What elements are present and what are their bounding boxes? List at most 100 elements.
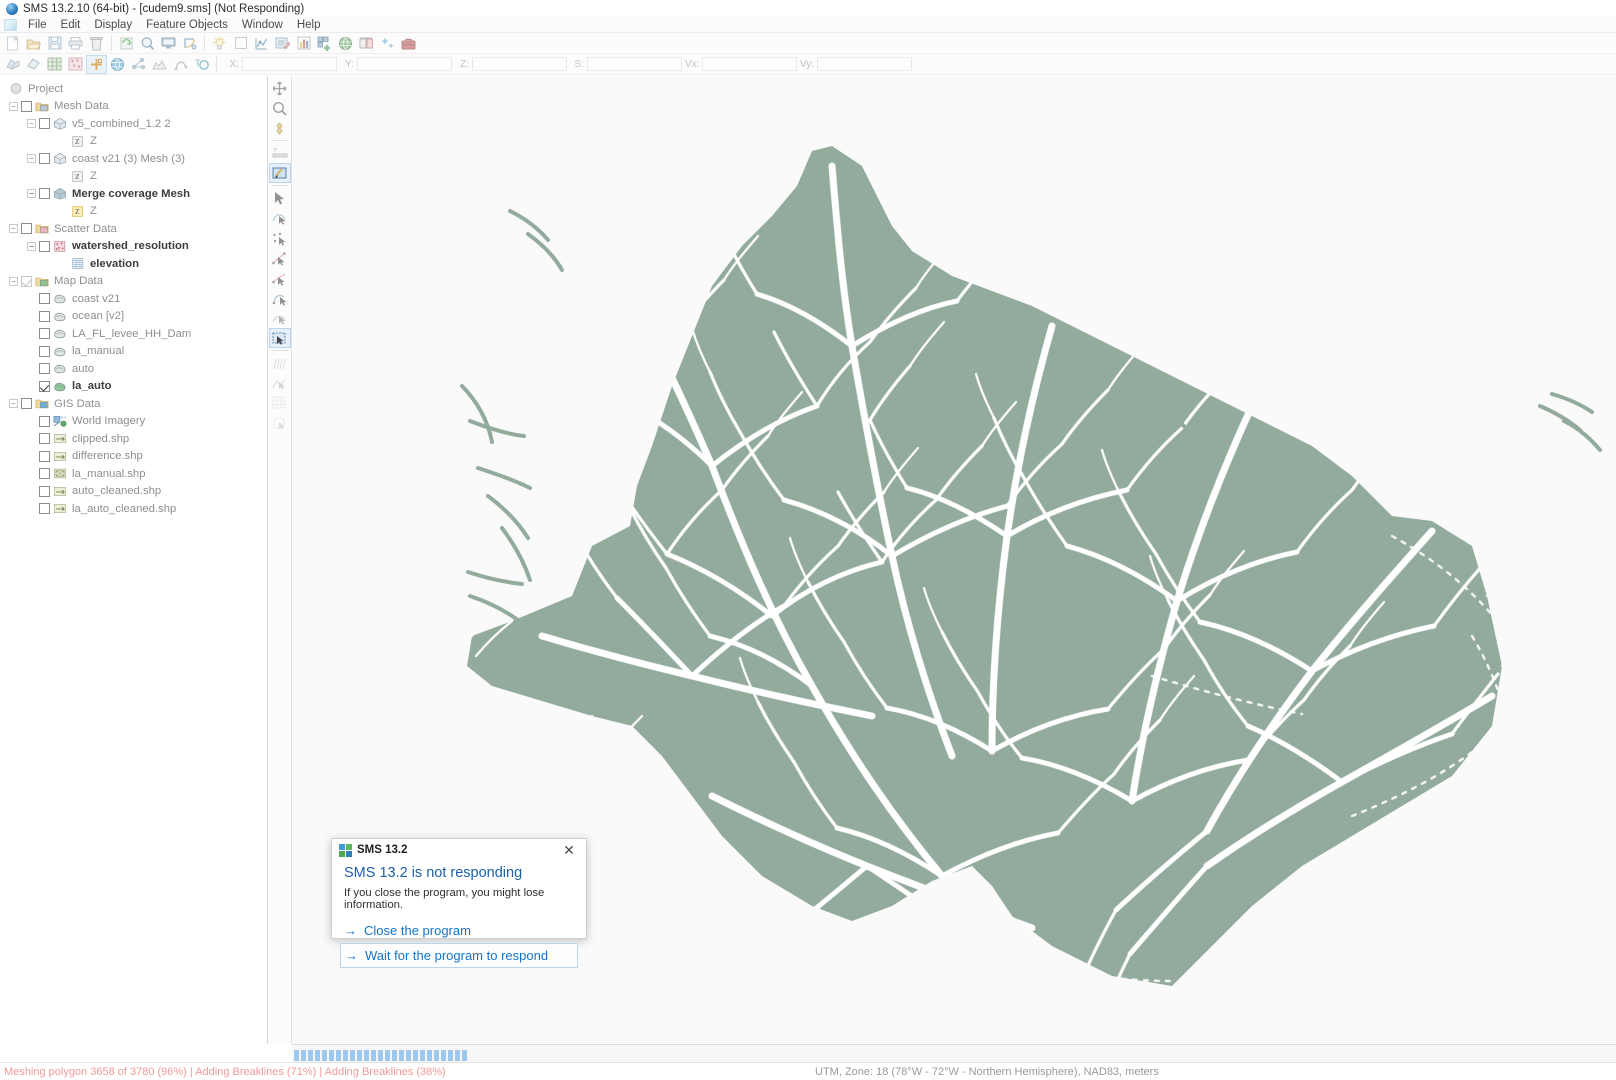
measure-icon[interactable]: ?	[269, 143, 291, 163]
z-coordinate-input[interactable]	[472, 57, 567, 71]
rotate-view-icon[interactable]	[179, 34, 200, 53]
display-monitor-icon[interactable]	[158, 34, 179, 53]
save-icon[interactable]	[44, 34, 65, 53]
add-grid-icon[interactable]	[314, 34, 335, 53]
pan-move-icon[interactable]	[269, 78, 291, 98]
visibility-checkbox[interactable]	[21, 275, 32, 287]
vx-value-input[interactable]	[702, 57, 797, 71]
visibility-checkbox[interactable]	[21, 398, 32, 410]
tree-item-z[interactable]: ZZ	[0, 168, 267, 186]
wait-for-program-option[interactable]: → Wait for the program to respond	[340, 943, 578, 968]
select-feature-arc-icon[interactable]	[269, 208, 291, 228]
close-icon[interactable]: ✕	[556, 840, 582, 860]
project-explorer-tree[interactable]: Project − Mesh Data − v5_combined_1.2 2 Z Z − co…	[0, 76, 268, 1044]
rotate-icon[interactable]	[269, 118, 291, 138]
vy-value-input[interactable]	[817, 57, 912, 71]
collapse-expander-icon[interactable]: −	[27, 189, 36, 199]
tree-item-z[interactable]: ZZ	[0, 133, 267, 151]
tree-item-elevation[interactable]: elevation	[0, 255, 267, 273]
menu-edit[interactable]: Edit	[54, 18, 88, 32]
edit-properties-icon[interactable]	[272, 34, 293, 53]
tree-item-la-auto[interactable]: la_auto	[0, 378, 267, 396]
zoom-icon[interactable]	[137, 34, 158, 53]
arrow-select-icon[interactable]	[269, 188, 291, 208]
tree-item-merge-coverage-mesh[interactable]: − Merge coverage Mesh	[0, 185, 267, 203]
tree-item-coast-v21[interactable]: coast v21	[0, 290, 267, 308]
select-cell-icon[interactable]	[269, 373, 291, 393]
collapse-expander-icon[interactable]: −	[9, 399, 18, 409]
plot-axes-icon[interactable]	[251, 34, 272, 53]
create-feature-arc-icon[interactable]	[269, 268, 291, 288]
delete-trash-icon[interactable]	[86, 34, 107, 53]
visibility-checkbox[interactable]	[39, 153, 50, 165]
not-responding-dialog[interactable]: SMS 13.2 ✕ SMS 13.2 is not responding If…	[331, 838, 587, 968]
curve-module-icon[interactable]	[170, 55, 191, 74]
tree-item-v5-combined-1-2-2[interactable]: − v5_combined_1.2 2	[0, 115, 267, 133]
particle-module-icon[interactable]	[128, 55, 149, 74]
visibility-checkbox[interactable]	[39, 503, 50, 515]
refresh-frame-icon[interactable]	[116, 34, 137, 53]
tree-item-world-imagery[interactable]: World Imagery	[0, 413, 267, 431]
gis-module-icon[interactable]	[107, 55, 128, 74]
tree-item-watershed-resolution[interactable]: − watershed_resolution	[0, 238, 267, 256]
print-icon[interactable]	[65, 34, 86, 53]
collapse-expander-icon[interactable]: −	[9, 224, 18, 234]
tree-item-clipped-shp[interactable]: clipped.shp	[0, 430, 267, 448]
select-feature-point-icon[interactable]	[269, 228, 291, 248]
visibility-checkbox[interactable]	[21, 223, 32, 235]
extrude-icon[interactable]	[356, 34, 377, 53]
visibility-checkbox[interactable]	[39, 240, 50, 252]
menu-feature-objects[interactable]: Feature Objects	[139, 18, 235, 32]
collapse-expander-icon[interactable]: −	[27, 154, 36, 164]
visibility-checkbox[interactable]	[39, 363, 50, 375]
collapse-expander-icon[interactable]: −	[27, 241, 36, 251]
close-the-program-option[interactable]: → Close the program	[332, 920, 586, 941]
visibility-checkbox[interactable]	[39, 118, 50, 130]
menu-file[interactable]: File	[21, 18, 54, 32]
tree-item-la-manual[interactable]: la_manual	[0, 343, 267, 361]
quadtree-module-icon[interactable]	[23, 55, 44, 74]
select-polygon-icon[interactable]	[268, 328, 291, 348]
visibility-checkbox[interactable]	[39, 415, 50, 427]
split-arc-icon[interactable]	[269, 353, 291, 373]
select-circle-icon[interactable]	[269, 413, 291, 433]
x-coordinate-input[interactable]	[242, 57, 337, 71]
tree-item-ocean-v2[interactable]: ocean [v2]	[0, 308, 267, 326]
tree-item-auto[interactable]: auto	[0, 360, 267, 378]
menu-display[interactable]: Display	[87, 18, 139, 32]
sparkle-icon[interactable]	[377, 34, 398, 53]
create-feature-vertex-icon[interactable]	[269, 248, 291, 268]
menu-help[interactable]: Help	[290, 18, 328, 32]
visibility-checkbox[interactable]	[39, 433, 50, 445]
select-arc-group-icon[interactable]	[269, 288, 291, 308]
y-coordinate-input[interactable]	[357, 57, 452, 71]
annotation-module-icon[interactable]: T	[191, 55, 212, 74]
visibility-checkbox[interactable]	[21, 100, 32, 112]
select-grid-icon[interactable]	[269, 393, 291, 413]
visibility-checkbox[interactable]	[39, 450, 50, 462]
visibility-checkbox[interactable]	[39, 310, 50, 322]
map-module-icon[interactable]	[86, 54, 107, 74]
tree-item-project[interactable]: Project	[0, 80, 267, 98]
tree-item-la-fl-levee-hh-dam[interactable]: LA_FL_levee_HH_Dam	[0, 325, 267, 343]
menu-window[interactable]: Window	[235, 18, 290, 32]
mesh-module-icon[interactable]	[2, 55, 23, 74]
visibility-checkbox[interactable]	[39, 380, 50, 392]
blank-square-icon[interactable]	[230, 34, 251, 53]
lightbulb-icon[interactable]	[209, 34, 230, 53]
tree-item-la-auto-cleaned-shp[interactable]: la_auto_cleaned.shp	[0, 500, 267, 518]
open-folder-icon[interactable]	[23, 34, 44, 53]
tree-item-z[interactable]: ZZ	[0, 203, 267, 221]
tree-item-gis-data[interactable]: − GIS Data	[0, 395, 267, 413]
scatter-module-icon[interactable]	[65, 55, 86, 74]
s-value-input[interactable]	[587, 57, 682, 71]
collapse-expander-icon[interactable]: −	[9, 276, 18, 286]
new-file-icon[interactable]	[2, 34, 23, 53]
toolbox-icon[interactable]	[398, 34, 419, 53]
zoom-magnifier-icon[interactable]	[269, 98, 291, 118]
collapse-expander-icon[interactable]: −	[9, 101, 18, 111]
collapse-expander-icon[interactable]: −	[27, 119, 36, 129]
visibility-checkbox[interactable]	[39, 188, 50, 200]
visibility-checkbox[interactable]	[39, 468, 50, 480]
select-arc-chain-icon[interactable]	[269, 308, 291, 328]
